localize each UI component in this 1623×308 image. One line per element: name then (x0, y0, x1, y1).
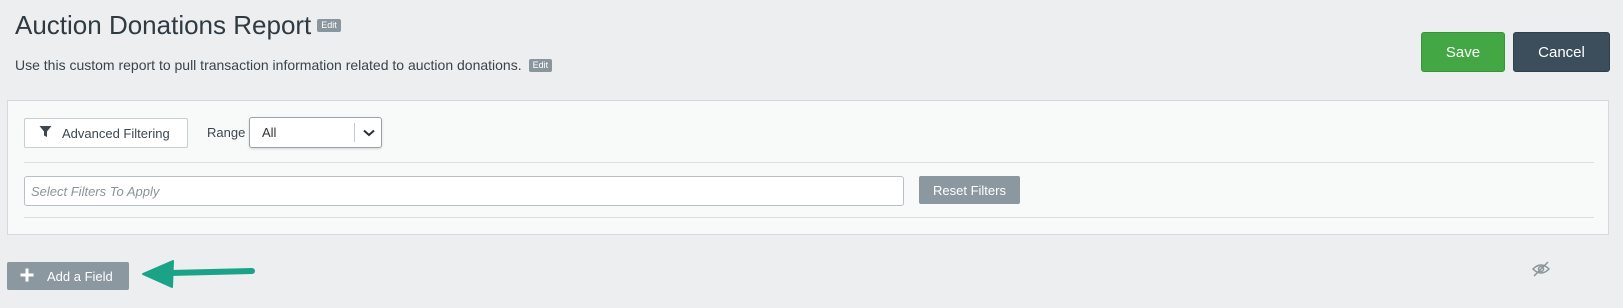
range-divider (354, 123, 355, 142)
divider (24, 162, 1594, 163)
chevron-down-icon (360, 124, 378, 142)
add-field-button[interactable]: Add a Field (7, 262, 129, 290)
filter-panel: Advanced Filtering Range All Reset Filte… (7, 100, 1609, 235)
plus-icon (20, 268, 34, 285)
save-button[interactable]: Save (1421, 32, 1505, 72)
reset-filters-button[interactable]: Reset Filters (919, 176, 1020, 204)
page-title-text: Auction Donations Report (15, 10, 312, 40)
title-edit-button[interactable]: Edit (317, 19, 341, 32)
divider (24, 217, 1594, 218)
page-description-text: Use this custom report to pull transacti… (15, 57, 522, 73)
range-selected-value: All (262, 125, 277, 140)
filter-search-input[interactable] (24, 176, 904, 206)
cancel-button[interactable]: Cancel (1513, 32, 1610, 72)
range-label: Range (207, 125, 246, 140)
advanced-filtering-label: Advanced Filtering (62, 125, 170, 141)
range-select[interactable]: All (249, 117, 382, 148)
arrow-annotation (140, 256, 260, 297)
funnel-icon (39, 125, 52, 141)
add-field-label: Add a Field (47, 268, 113, 284)
advanced-filtering-button[interactable]: Advanced Filtering (24, 118, 188, 148)
eye-slash-icon[interactable] (1531, 260, 1551, 283)
description-edit-button[interactable]: Edit (528, 58, 553, 72)
page-description: Use this custom report to pull transacti… (15, 57, 553, 73)
page-title: Auction Donations Report Edit (15, 10, 341, 41)
